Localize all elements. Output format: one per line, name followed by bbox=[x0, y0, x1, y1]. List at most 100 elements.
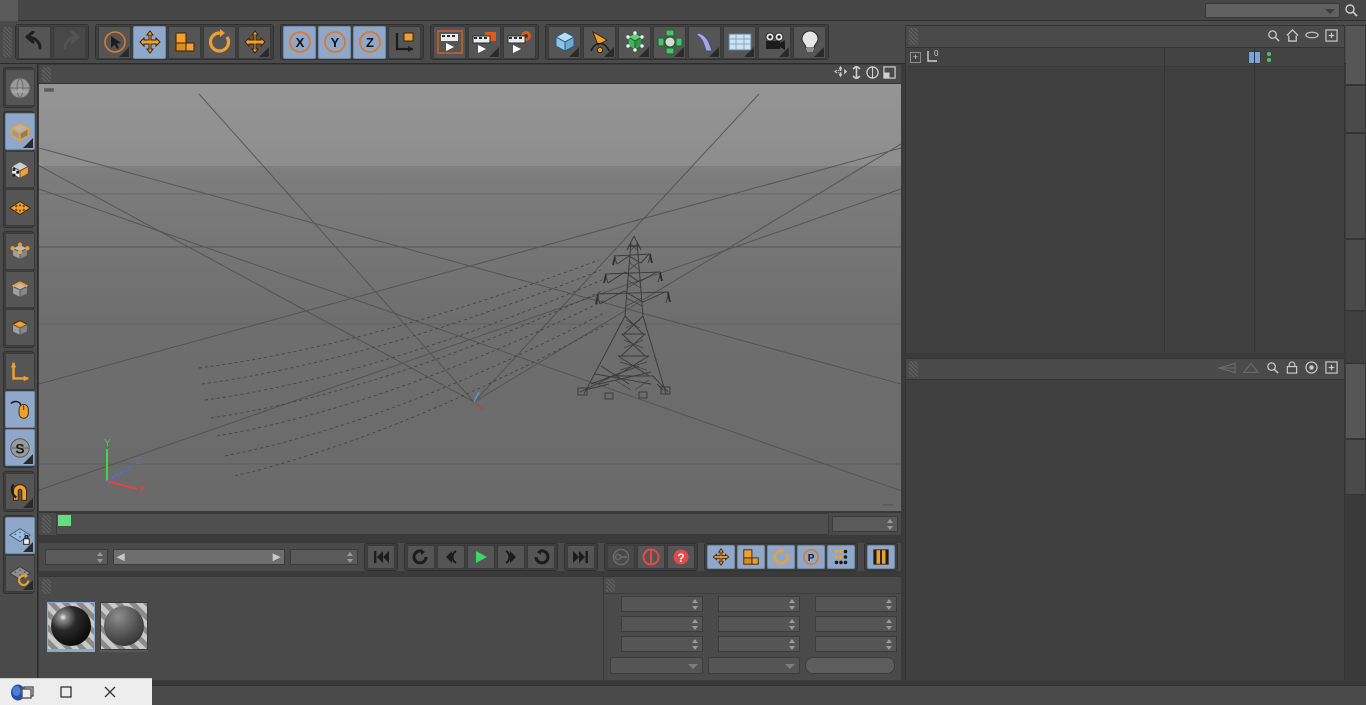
menu-item-redshift[interactable] bbox=[324, 0, 342, 21]
tab-content-browser[interactable] bbox=[1346, 133, 1366, 239]
table-row[interactable]: + 0 bbox=[906, 48, 1344, 67]
rotation-key-button[interactable] bbox=[767, 545, 795, 569]
material-manager-grip[interactable] bbox=[42, 579, 51, 594]
move-axis-button[interactable] bbox=[238, 25, 271, 59]
enable-axis-icon[interactable] bbox=[5, 391, 35, 428]
menu-item-help[interactable] bbox=[378, 0, 396, 21]
step-back-button[interactable] bbox=[437, 545, 465, 569]
parameter-key-button[interactable] bbox=[827, 545, 855, 569]
size-y-field[interactable] bbox=[718, 616, 800, 632]
viewport-rotate-icon[interactable] bbox=[866, 66, 879, 82]
menu-item-motion-tracker[interactable] bbox=[198, 0, 216, 21]
expand-toggle-icon[interactable]: + bbox=[910, 51, 921, 63]
menu-item-sculpt[interactable] bbox=[180, 0, 198, 21]
menu-item-window[interactable] bbox=[360, 0, 378, 21]
record-key-button[interactable] bbox=[607, 545, 635, 569]
timeline-current-marker[interactable] bbox=[58, 515, 71, 526]
target-icon[interactable] bbox=[1305, 361, 1318, 377]
keyframe-selection-button[interactable]: ? bbox=[667, 545, 695, 569]
menu-item-select[interactable] bbox=[54, 0, 72, 21]
close-window-icon[interactable] bbox=[88, 679, 132, 705]
rotation-h-field[interactable] bbox=[815, 596, 897, 612]
history-back-icon[interactable] bbox=[1216, 362, 1236, 377]
play-forward-loop-button[interactable] bbox=[527, 545, 555, 569]
search-icon[interactable] bbox=[1267, 29, 1280, 45]
search-icon[interactable] bbox=[1340, 0, 1362, 21]
menu-item-animate[interactable] bbox=[126, 0, 144, 21]
tab-attributes[interactable] bbox=[1346, 363, 1366, 439]
camera-button[interactable] bbox=[758, 25, 791, 59]
menu-item-vray-bridge[interactable] bbox=[288, 0, 306, 21]
spinner-icon[interactable] bbox=[886, 599, 893, 610]
object-axis-icon[interactable] bbox=[5, 353, 35, 390]
menu-item-edit[interactable] bbox=[18, 0, 36, 21]
spinner-icon[interactable] bbox=[96, 552, 104, 563]
visibility-dots-icon[interactable] bbox=[1267, 52, 1271, 62]
link-icon[interactable] bbox=[1305, 30, 1319, 43]
play-reverse-loop-button[interactable] bbox=[407, 545, 435, 569]
attributes-manager-grip[interactable] bbox=[909, 361, 918, 377]
menu-item-simulate[interactable] bbox=[144, 0, 162, 21]
rotate-tool-button[interactable] bbox=[203, 25, 236, 59]
tab-takes[interactable] bbox=[1346, 85, 1366, 133]
pla-key-button[interactable]: P bbox=[797, 545, 825, 569]
coordinate-mode-dropdown[interactable] bbox=[707, 657, 800, 674]
apply-button[interactable] bbox=[805, 657, 895, 674]
viewport-maximize-icon[interactable] bbox=[883, 66, 896, 82]
spinner-icon[interactable] bbox=[789, 639, 796, 650]
preview-range-slider[interactable]: ◀ ▶ bbox=[112, 549, 285, 565]
object-manager-grip[interactable] bbox=[909, 28, 918, 45]
render-region-button[interactable] bbox=[468, 25, 501, 59]
position-x-field[interactable] bbox=[621, 596, 703, 612]
menu-item-mograph[interactable] bbox=[216, 0, 234, 21]
viewport-grip[interactable] bbox=[42, 66, 51, 82]
material-item-wire[interactable] bbox=[47, 602, 95, 652]
spinner-icon[interactable] bbox=[789, 599, 796, 610]
new-window-icon[interactable] bbox=[1325, 28, 1338, 45]
make-editable-icon[interactable] bbox=[5, 69, 35, 106]
scale-key-button[interactable] bbox=[737, 545, 765, 569]
timeline-ruler[interactable] bbox=[56, 513, 829, 535]
tab-structure[interactable] bbox=[1346, 239, 1366, 311]
scale-tool-button[interactable] bbox=[168, 25, 201, 59]
menu-item-pipeline[interactable] bbox=[252, 0, 270, 21]
attributes-content[interactable] bbox=[906, 380, 1344, 680]
goto-start-button[interactable] bbox=[367, 545, 395, 569]
position-y-field[interactable] bbox=[621, 616, 703, 632]
menu-item-mesh[interactable] bbox=[90, 0, 108, 21]
lock-z-axis-button[interactable]: Z bbox=[353, 25, 386, 59]
render-settings-button[interactable] bbox=[503, 25, 536, 59]
material-item-tower[interactable] bbox=[100, 602, 148, 652]
search-icon[interactable] bbox=[1266, 361, 1279, 377]
tab-layers[interactable] bbox=[1346, 439, 1366, 495]
world-coordinate-button[interactable] bbox=[388, 25, 421, 59]
spinner-icon[interactable] bbox=[692, 619, 699, 630]
texture-mode-icon[interactable] bbox=[5, 151, 35, 188]
menu-item-plugins[interactable] bbox=[270, 0, 288, 21]
light-button[interactable] bbox=[793, 25, 826, 59]
environment-floor-button[interactable] bbox=[723, 25, 756, 59]
lock-y-axis-button[interactable]: Y bbox=[318, 25, 351, 59]
size-z-field[interactable] bbox=[718, 636, 800, 652]
spinner-icon[interactable] bbox=[692, 639, 699, 650]
viewport-zoom-icon[interactable] bbox=[851, 64, 862, 82]
redo-button[interactable] bbox=[53, 25, 86, 59]
tab-objects[interactable] bbox=[1346, 25, 1366, 85]
coordinate-system-dropdown[interactable] bbox=[610, 657, 703, 674]
spinner-icon[interactable] bbox=[789, 619, 796, 630]
spinner-icon[interactable] bbox=[886, 619, 893, 630]
spinner-icon[interactable] bbox=[887, 519, 894, 530]
spline-pen-button[interactable] bbox=[583, 25, 616, 59]
autokeying-button[interactable] bbox=[637, 545, 665, 569]
app-icon[interactable] bbox=[0, 679, 44, 705]
menu-item-create[interactable] bbox=[36, 0, 54, 21]
restore-window-icon[interactable] bbox=[44, 679, 88, 705]
spinner-icon[interactable] bbox=[347, 552, 354, 563]
timeline-toggle-button[interactable] bbox=[867, 545, 895, 569]
timeline-current-frame-field[interactable] bbox=[832, 516, 898, 532]
lock-x-axis-button[interactable]: X bbox=[283, 25, 316, 59]
rotation-b-field[interactable] bbox=[815, 636, 897, 652]
new-window-icon[interactable] bbox=[1325, 361, 1338, 377]
size-x-field[interactable] bbox=[718, 596, 800, 612]
generator-button[interactable] bbox=[618, 25, 651, 59]
